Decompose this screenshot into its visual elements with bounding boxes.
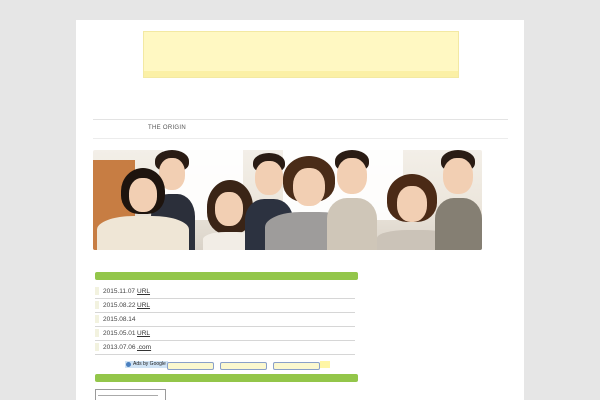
nav-brand-link[interactable]: THE ORIGIN: [148, 125, 186, 131]
bullet-dots-icon: [95, 315, 99, 323]
ads-by-google-bar: Ads by Google: [125, 361, 330, 370]
nav-divider-bottom: [93, 138, 508, 139]
bullet-dots-icon: [95, 301, 99, 309]
page-container: THE ORIGIN 2015.11.07 URL 2015.08.22 URL…: [76, 20, 524, 400]
hero-person: [327, 150, 377, 250]
ads-bar-tail: [320, 361, 330, 368]
news-section-header: [95, 272, 358, 280]
news-link[interactable]: URL: [137, 330, 177, 337]
bullet-dots-icon: [95, 329, 99, 337]
footer-widget-line: [98, 395, 158, 396]
footer-widget: [95, 389, 166, 400]
top-banner-ad[interactable]: [143, 31, 459, 78]
ads-label[interactable]: Ads by Google: [125, 361, 168, 368]
news-item: 2015.08.14: [95, 313, 355, 327]
news-date: 2015.11.07: [103, 288, 136, 295]
adchoices-icon: [126, 362, 131, 367]
bullet-dots-icon: [95, 343, 99, 351]
news-date: 2015.08.22: [103, 302, 136, 309]
news-item: 2013.07.06 .com: [95, 341, 355, 355]
news-item: 2015.11.07 URL: [95, 285, 355, 299]
bullet-dots-icon: [95, 287, 99, 295]
news-item: 2015.05.01 URL: [95, 327, 355, 341]
news-date: 2015.08.14: [103, 316, 136, 323]
ad-link-button[interactable]: [220, 362, 267, 370]
secondary-section-header: [95, 374, 358, 382]
news-link[interactable]: .com: [137, 344, 175, 351]
news-list: 2015.11.07 URL 2015.08.22 URL 2015.08.14…: [95, 285, 355, 355]
news-link[interactable]: URL: [137, 302, 177, 309]
news-item: 2015.08.22 URL: [95, 299, 355, 313]
news-date: 2015.05.01: [103, 330, 136, 337]
news-date: 2013.07.06: [103, 344, 136, 351]
ad-link-button[interactable]: [273, 362, 320, 370]
hero-person: [435, 150, 482, 250]
ad-link-button[interactable]: [167, 362, 214, 370]
banner-strip: [144, 71, 458, 77]
hero-person: [93, 168, 189, 250]
ads-label-text: Ads by Google: [133, 361, 166, 367]
nav-divider-top: [93, 119, 508, 120]
news-link[interactable]: URL: [137, 288, 177, 295]
hero-image: [93, 150, 482, 250]
